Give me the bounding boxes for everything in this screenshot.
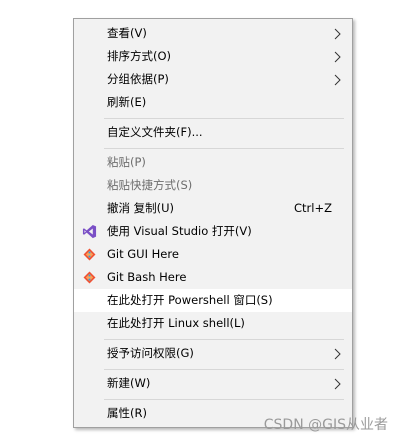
menu-item-customize-folder-label: 自定义文件夹(F)... — [107, 125, 203, 139]
menu-item-open-visual-studio-label: 使用 Visual Studio 打开(V) — [107, 224, 252, 238]
menu-item-group-by-label: 分组依据(P) — [107, 72, 169, 86]
menu-item-open-visual-studio[interactable]: 使用 Visual Studio 打开(V) — [74, 220, 352, 243]
menu-item-open-linux-shell-label: 在此处打开 Linux shell(L) — [107, 316, 245, 330]
menu-item-undo-copy[interactable]: 撤消 复制(U) Ctrl+Z — [74, 197, 352, 220]
menu-item-open-linux-shell[interactable]: 在此处打开 Linux shell(L) — [74, 312, 352, 335]
menu-item-new-label: 新建(W) — [107, 376, 151, 390]
menu-item-grant-access-label: 授予访问权限(G) — [107, 346, 194, 360]
menu-separator — [104, 399, 344, 400]
context-menu: 查看(V) 排序方式(O) 分组依据(P) 刷新(E) 自定义文件夹(F)...… — [73, 18, 353, 428]
menu-separator — [104, 118, 344, 119]
menu-item-undo-copy-label: 撤消 复制(U) — [107, 201, 175, 215]
menu-item-refresh[interactable]: 刷新(E) — [74, 91, 352, 114]
menu-separator — [104, 369, 344, 370]
menu-item-group-by[interactable]: 分组依据(P) — [74, 68, 352, 91]
menu-item-customize-folder[interactable]: 自定义文件夹(F)... — [74, 121, 352, 144]
menu-item-paste-label: 粘贴(P) — [107, 155, 146, 169]
chevron-right-icon — [334, 348, 341, 360]
menu-item-git-bash-label: Git Bash Here — [107, 270, 187, 284]
chevron-right-icon — [334, 378, 341, 390]
menu-separator — [104, 339, 344, 340]
watermark: CSDN @GIS从业者 — [263, 417, 388, 433]
menu-item-paste-shortcut[interactable]: 粘贴快捷方式(S) — [74, 174, 352, 197]
menu-item-grant-access[interactable]: 授予访问权限(G) — [74, 342, 352, 365]
menu-item-view-label: 查看(V) — [107, 26, 147, 40]
menu-item-sort-by[interactable]: 排序方式(O) — [74, 45, 352, 68]
chevron-right-icon — [334, 74, 341, 86]
menu-separator — [104, 148, 344, 149]
chevron-right-icon — [334, 28, 341, 40]
menu-item-git-bash[interactable]: Git Bash Here — [74, 266, 352, 289]
menu-item-git-gui[interactable]: Git GUI Here — [74, 243, 352, 266]
menu-item-view[interactable]: 查看(V) — [74, 22, 352, 45]
menu-item-new[interactable]: 新建(W) — [74, 372, 352, 395]
git-icon — [83, 248, 96, 261]
chevron-right-icon — [334, 51, 341, 63]
menu-item-open-powershell-label: 在此处打开 Powershell 窗口(S) — [107, 293, 273, 307]
menu-item-paste-shortcut-label: 粘贴快捷方式(S) — [107, 178, 193, 192]
menu-item-refresh-label: 刷新(E) — [107, 95, 147, 109]
menu-item-open-powershell[interactable]: 在此处打开 Powershell 窗口(S) — [74, 289, 352, 312]
git-icon — [83, 271, 96, 284]
menu-item-git-gui-label: Git GUI Here — [107, 247, 179, 261]
menu-item-properties-label: 属性(R) — [107, 406, 147, 420]
menu-item-sort-by-label: 排序方式(O) — [107, 49, 172, 63]
menu-item-undo-copy-shortcut: Ctrl+Z — [294, 201, 332, 215]
menu-item-paste[interactable]: 粘贴(P) — [74, 151, 352, 174]
visual-studio-icon — [82, 224, 97, 239]
